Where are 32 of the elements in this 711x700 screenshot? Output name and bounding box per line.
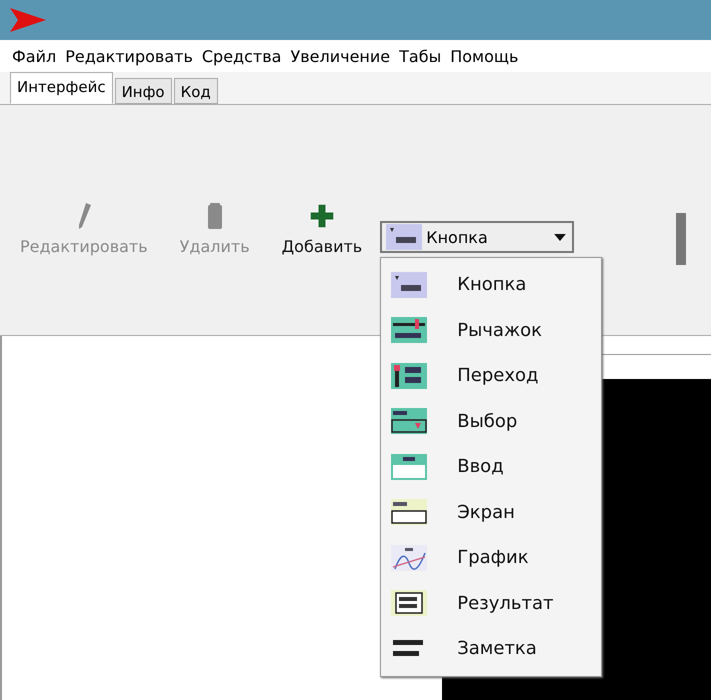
tab[interactable]: Код [174, 78, 218, 104]
dropdown-option[interactable]: Заметка [381, 626, 602, 672]
switch-widget-icon [391, 362, 428, 389]
choice-widget-icon [391, 408, 428, 434]
menu-item[interactable]: Редактировать [65, 46, 193, 66]
slider-widget-icon [391, 317, 428, 344]
menu-item[interactable]: Табы [399, 46, 442, 66]
button-widget-icon [386, 224, 422, 250]
tab[interactable]: Интерфейс [10, 72, 113, 104]
add-button[interactable]: Добавить [282, 201, 362, 256]
menu-item[interactable]: Средства [202, 46, 282, 66]
dropdown-option[interactable]: Выбор [381, 398, 602, 444]
dropdown-option[interactable]: Экран [381, 490, 602, 535]
display-widget-icon [391, 499, 428, 526]
dropdown-option[interactable]: График [381, 535, 602, 580]
result-widget-icon [391, 590, 428, 616]
dropdown-option[interactable]: Переход [381, 353, 602, 398]
menu-item[interactable]: Файл [12, 46, 56, 66]
dropdown-option[interactable]: Результат [381, 580, 602, 626]
input-widget-icon [391, 454, 428, 480]
dropdown-option[interactable]: Рычажок [381, 308, 602, 353]
menu-item[interactable]: Помощь [450, 46, 518, 66]
arrow-logo-icon [10, 8, 46, 32]
dropdown-option[interactable]: Кнопка [381, 262, 602, 308]
scrollbar-thumb[interactable] [676, 213, 686, 265]
graph-widget-icon [391, 544, 428, 571]
button-widget-icon [391, 272, 428, 298]
menu-item[interactable]: Увеличение [290, 46, 390, 66]
tab[interactable]: Инфо [114, 78, 172, 104]
caret-icon [554, 234, 566, 240]
dropdown-option[interactable]: Ввод [381, 444, 602, 490]
widget-dropdown[interactable]: Кнопка [380, 221, 574, 253]
